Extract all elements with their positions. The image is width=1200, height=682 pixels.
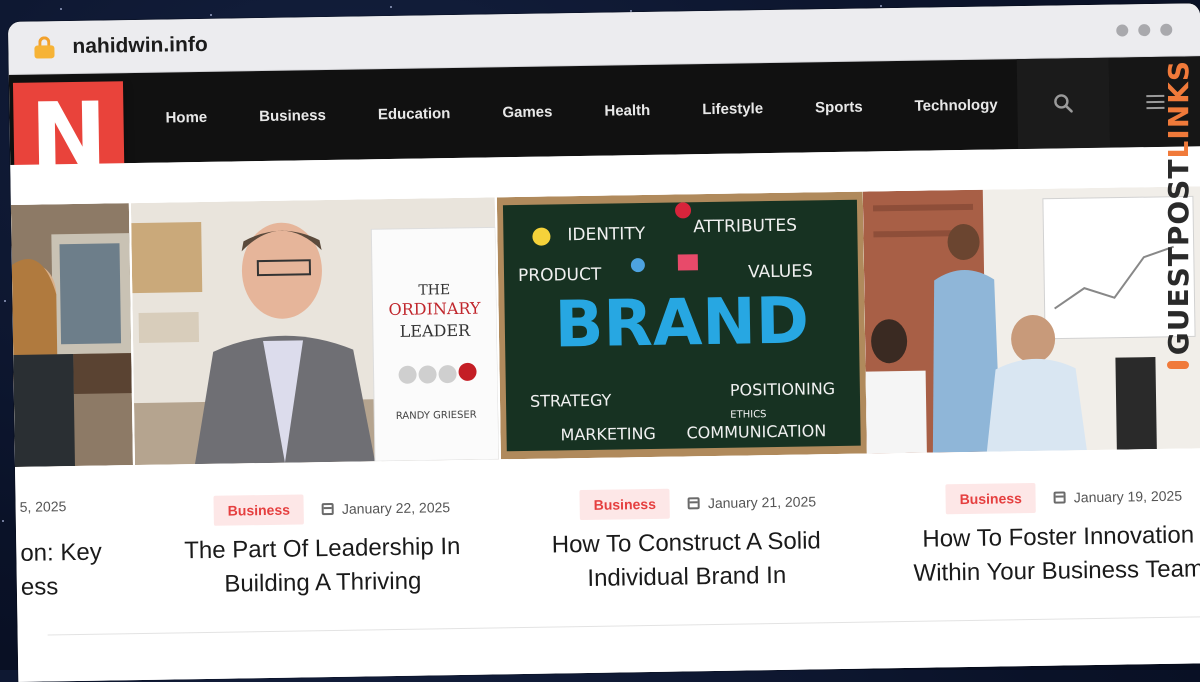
nav-item-sports[interactable]: Sports (789, 98, 889, 117)
post-thumbnail[interactable]: BRAND IDENTITY ATTRIBUTES PRODUCT VALUES… (496, 191, 867, 460)
link-icon (1167, 361, 1189, 370)
book-title-sub: LEADER (400, 321, 472, 341)
address-bar-url[interactable]: nahidwin.info (72, 33, 208, 59)
window-dot-icon[interactable] (1138, 24, 1151, 37)
post-title[interactable]: How To Foster Innovation Within Your Bus… (908, 518, 1200, 591)
browser-window: nahidwin.info N Home Business Education … (8, 3, 1200, 682)
brand-center-word: BRAND (554, 284, 809, 362)
nav-item-games[interactable]: Games (476, 103, 578, 122)
post-date: January 22, 2025 (321, 499, 451, 517)
post-title-line[interactable]: on: Key (20, 536, 102, 571)
brand-board-image: BRAND IDENTITY ATTRIBUTES PRODUCT VALUES… (496, 191, 867, 460)
post-title-line[interactable]: Within Your Business Team (909, 552, 1200, 591)
post-title[interactable]: on: Key ess (20, 536, 102, 605)
post-title-line[interactable]: How To Construct A Solid (546, 524, 826, 562)
post-thumbnail[interactable] (862, 186, 1200, 454)
post-meta: Business January 21, 2025 (579, 486, 817, 521)
book-cover: THE ORDINARY LEADER RANDY GRIESER (370, 226, 499, 462)
post-date: January 19, 2025 (1053, 487, 1183, 506)
post-meta: 5, 2025 (19, 498, 66, 515)
window-dot-icon[interactable] (1116, 24, 1129, 37)
post-date-text: January 22, 2025 (341, 499, 451, 517)
post-title-line[interactable]: How To Foster Innovation (908, 518, 1200, 557)
nav-item-technology[interactable]: Technology (888, 96, 1023, 115)
post-thumbnail[interactable]: THE ORDINARY LEADER RANDY GRIESER (130, 197, 499, 466)
post-thumbnail[interactable] (10, 203, 133, 467)
window-controls[interactable] (1116, 23, 1173, 37)
watermark-text: GUESTPOSTLINKS (1162, 60, 1195, 355)
watermark: GUESTPOSTLINKS (1160, 60, 1196, 370)
post-title[interactable]: How To Construct A Solid Individual Bran… (546, 524, 827, 596)
search-button[interactable] (1016, 57, 1111, 150)
window-dot-icon[interactable] (1160, 23, 1173, 36)
lock-icon (34, 36, 55, 59)
book-title-the: THE (418, 282, 450, 298)
post-title[interactable]: The Part Of Leadership In Building A Thr… (182, 530, 463, 602)
brand-word: MARKETING (560, 424, 656, 444)
category-badge[interactable]: Business (213, 494, 305, 526)
book-author: RANDY GRIESER (396, 410, 477, 422)
brand-word: PRODUCT (518, 265, 602, 286)
brand-word: VALUES (748, 261, 813, 282)
post-date: 5, 2025 (19, 498, 67, 515)
search-icon (1054, 94, 1073, 113)
category-badge[interactable]: Business (945, 482, 1037, 515)
brand-word: POSITIONING (730, 379, 836, 400)
book-title-main: ORDINARY (388, 299, 481, 319)
post-card[interactable]: BRAND IDENTITY ATTRIBUTES PRODUCT VALUES… (496, 191, 870, 638)
post-meta: Business January 19, 2025 (945, 481, 1182, 515)
post-meta: Business January 22, 2025 (213, 492, 450, 526)
calendar-icon (1053, 491, 1066, 504)
calendar-icon (321, 502, 335, 516)
brand-word: ATTRIBUTES (693, 216, 797, 238)
post-date-text: January 21, 2025 (707, 493, 817, 512)
nav-item-business[interactable]: Business (233, 106, 352, 125)
post-date-text: January 19, 2025 (1073, 487, 1183, 506)
post-card[interactable]: THE ORDINARY LEADER RANDY GRIESER Busine… (130, 197, 504, 643)
nav-item-lifestyle[interactable]: Lifestyle (676, 99, 789, 118)
nav-item-health[interactable]: Health (578, 101, 676, 120)
nav-item-education[interactable]: Education (352, 104, 477, 123)
post-title-line[interactable]: Individual Brand In (547, 558, 827, 596)
post-date: January 21, 2025 (687, 493, 817, 512)
post-carousel: 5, 2025 on: Key ess THE ORDINARY LEADER … (10, 186, 1200, 645)
brand-word: STRATEGY (530, 391, 612, 411)
nav-item-home[interactable]: Home (139, 108, 233, 126)
brand-word: ETHICS (730, 409, 766, 421)
watermark-main: GUESTPOST (1161, 158, 1195, 356)
calendar-icon (687, 497, 700, 510)
post-title-line[interactable]: Building A Thriving (183, 564, 463, 602)
watermark-accent: LINKS (1161, 60, 1195, 159)
post-card[interactable]: 5, 2025 on: Key ess (10, 203, 138, 645)
post-title-line[interactable]: The Part Of Leadership In (182, 530, 462, 568)
category-badge[interactable]: Business (579, 488, 671, 521)
main-menu: Home Business Education Games Health Lif… (139, 59, 1025, 163)
brand-word: COMMUNICATION (686, 421, 826, 442)
post-title-line[interactable]: ess (21, 570, 103, 605)
brand-word: IDENTITY (567, 224, 646, 245)
main-content: 5, 2025 on: Key ess THE ORDINARY LEADER … (10, 146, 1200, 682)
post-card[interactable]: Business January 19, 2025 How To Foster … (862, 186, 1200, 631)
